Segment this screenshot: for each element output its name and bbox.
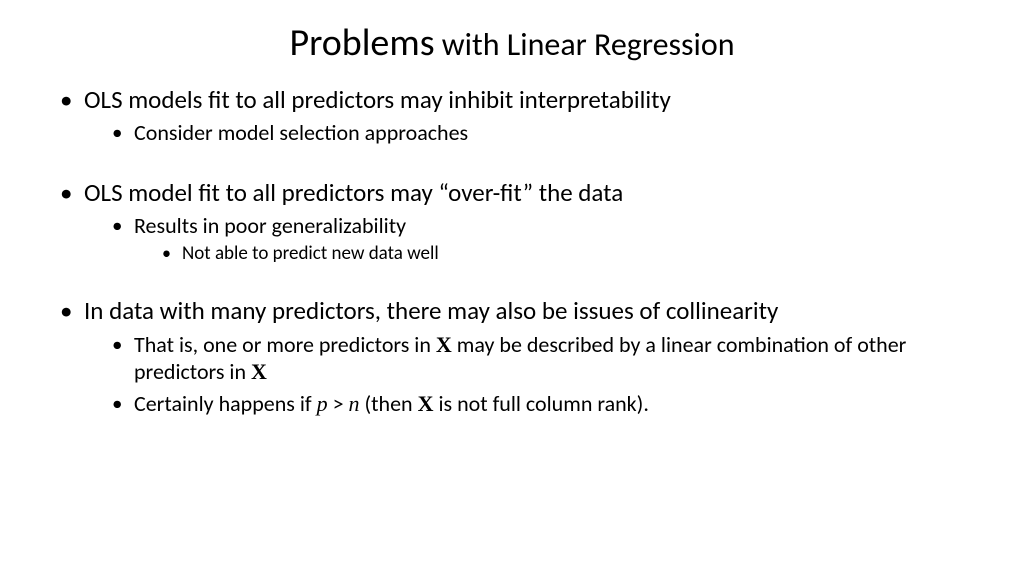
list-item: Not able to predict new data well: [162, 242, 984, 266]
bullet-text: Results in poor generalizability: [134, 212, 406, 239]
math-X: X: [418, 391, 434, 416]
bullet-list: In data with many predictors, there may …: [60, 295, 984, 417]
list-item: Consider model selection approaches: [112, 119, 984, 147]
bullet-list: OLS models fit to all predictors may inh…: [60, 84, 984, 147]
list-item: OLS model fit to all predictors may “ove…: [60, 177, 984, 266]
bullet-text: (then: [360, 390, 418, 417]
title-sub: with Linear Regression: [435, 25, 735, 64]
math-X: X: [436, 332, 452, 357]
spacer: [60, 151, 984, 177]
bullet-text: That is, one or more predictors in: [134, 331, 436, 358]
list-item: Results in poor generalizability Not abl…: [112, 212, 984, 265]
bullet-text: In data with many predictors, there may …: [84, 295, 778, 326]
bullet-text: is not full column rank).: [433, 390, 648, 417]
list-item: That is, one or more predictors in X may…: [112, 331, 984, 386]
list-item: OLS models fit to all predictors may inh…: [60, 84, 984, 147]
bullet-list: OLS model fit to all predictors may “ove…: [60, 177, 984, 266]
sub-list: Consider model selection approaches: [112, 119, 984, 147]
slide-title: Problems with Linear Regression: [40, 20, 984, 66]
bullet-text: Certainly happens if: [134, 390, 317, 417]
bullet-text: Consider model selection approaches: [134, 119, 468, 146]
math-n: n: [349, 391, 360, 416]
bullet-text: OLS models fit to all predictors may inh…: [84, 84, 671, 115]
bullet-text: OLS model fit to all predictors may “ove…: [84, 177, 623, 208]
spacer: [60, 269, 984, 295]
math-p: p: [317, 391, 328, 416]
math-gt: >: [328, 390, 349, 417]
list-item: Certainly happens if p > n (then X is no…: [112, 390, 984, 418]
bullet-text: Not able to predict new data well: [182, 242, 439, 265]
sub-sub-list: Not able to predict new data well: [162, 242, 984, 266]
title-main: Problems: [289, 20, 434, 66]
sub-list: That is, one or more predictors in X may…: [112, 331, 984, 418]
sub-list: Results in poor generalizability Not abl…: [112, 212, 984, 265]
list-item: In data with many predictors, there may …: [60, 295, 984, 417]
math-X: X: [251, 359, 267, 384]
